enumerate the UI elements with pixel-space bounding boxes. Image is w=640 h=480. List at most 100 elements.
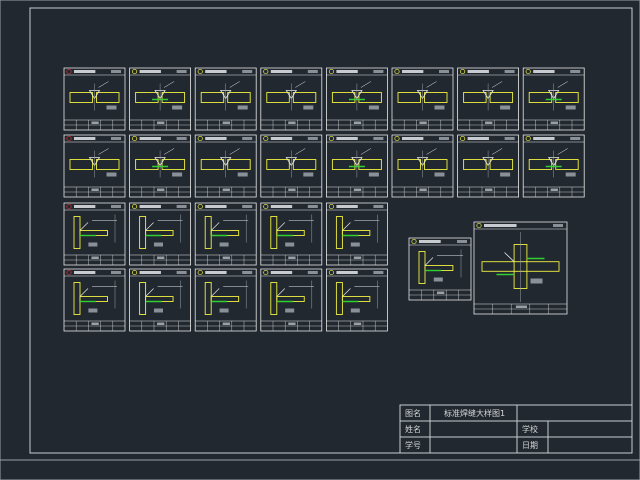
plate-left	[463, 92, 487, 103]
panel-header-bar	[533, 70, 555, 73]
dimension-note	[350, 308, 360, 313]
panel-header-bar	[74, 137, 96, 140]
panel-header-tag	[373, 205, 384, 208]
plate-right	[292, 92, 317, 103]
plate-horizontal	[210, 230, 240, 236]
panel-footer-mark	[91, 188, 99, 191]
panel-number-marker	[197, 269, 203, 276]
plate-vertical	[270, 216, 278, 249]
weld-detail-panel	[473, 221, 568, 315]
panel-header-tag	[242, 271, 253, 274]
plate-right	[96, 159, 120, 170]
weld-fillet	[79, 288, 89, 297]
panel-header-tag	[373, 271, 384, 274]
panel-header-tag	[307, 70, 318, 73]
plate-vertical	[73, 282, 81, 315]
panel-header-bar	[419, 240, 441, 243]
panel-number-marker	[66, 135, 72, 142]
panel-header-bar	[270, 70, 293, 73]
panel-header-bar	[205, 271, 227, 274]
leader-line	[557, 148, 568, 155]
panel-header-bar	[336, 137, 358, 140]
leader-line	[229, 81, 240, 88]
panel-header-tag	[504, 137, 515, 140]
plate-left	[331, 159, 356, 170]
dimension-note	[433, 277, 443, 282]
dimension-note	[500, 105, 511, 110]
plate-left	[528, 159, 553, 170]
panel-number-marker	[525, 68, 531, 75]
dimension-note	[303, 172, 314, 177]
label-name: 姓名	[405, 424, 421, 434]
panel-border	[129, 268, 192, 332]
panel-header-bar	[205, 137, 227, 140]
panel-footer-mark	[91, 322, 99, 325]
plate-left	[397, 159, 421, 170]
panel-border	[325, 202, 388, 266]
panel-header-bar	[270, 205, 293, 208]
plate-horizontal	[276, 296, 305, 302]
leader-line	[491, 148, 503, 155]
dimension-note	[219, 242, 229, 247]
plate-right	[292, 159, 317, 170]
plate-horizontal	[341, 296, 371, 302]
panel-header-bar	[270, 137, 293, 140]
plate-horizontal	[424, 265, 454, 271]
plate-left	[69, 92, 93, 103]
plate-left	[200, 92, 225, 103]
plate-right	[161, 92, 186, 103]
panel-header-bar	[467, 137, 489, 140]
panel-number-marker	[460, 68, 466, 75]
panel-header-tag	[176, 271, 187, 274]
panel-header-tag	[111, 205, 121, 208]
panel-header-tag	[111, 70, 121, 73]
plate-left	[397, 92, 421, 103]
leader-line	[426, 148, 437, 155]
plate-right	[96, 92, 120, 103]
panel-number-marker	[132, 135, 138, 142]
leader-line	[229, 148, 240, 155]
weld-detail-panel	[457, 134, 520, 198]
weld-detail-panel	[391, 67, 454, 131]
panel-number-marker	[476, 222, 482, 229]
plate-right	[424, 92, 448, 103]
leader-line	[98, 81, 109, 88]
panel-border	[408, 237, 472, 301]
leader-line	[360, 81, 372, 88]
weld-detail-panel	[391, 134, 454, 198]
panel-number-marker	[197, 203, 203, 210]
weld-fillet	[79, 222, 89, 231]
panel-footer-mark	[288, 121, 296, 124]
panel-header-tag	[373, 137, 384, 140]
plate-right	[555, 159, 579, 170]
panel-footer-mark	[157, 322, 165, 325]
plate-right	[489, 92, 514, 103]
weld-detail-panel	[129, 134, 192, 198]
panel-number-marker	[132, 203, 138, 210]
panel-footer-mark	[288, 256, 296, 259]
label-student-id: 学号	[405, 440, 421, 450]
dimension-note	[285, 308, 295, 313]
panel-footer-mark	[91, 121, 99, 124]
weld-detail-panel	[522, 67, 585, 131]
dimension-note	[88, 308, 98, 313]
plate-vertical	[73, 216, 81, 249]
panel-number-marker	[197, 68, 203, 75]
plate-left	[463, 159, 487, 170]
weld-fillet	[424, 257, 434, 266]
drawing-name: 标准焊缝大样图1	[444, 408, 505, 418]
panel-footer-mark	[91, 256, 99, 259]
dimension-note	[106, 105, 117, 110]
weld-fillet	[342, 288, 351, 297]
plate-left	[266, 159, 290, 170]
weld-detail-panel	[63, 134, 126, 198]
dimension-note	[303, 105, 314, 110]
weld-detail-panel	[194, 202, 257, 266]
plate-vertical	[204, 282, 212, 315]
weld-detail-panel	[194, 268, 257, 332]
panel-footer-mark	[157, 188, 165, 191]
dimension-note	[434, 172, 445, 177]
panel-footer-mark	[222, 322, 230, 325]
panel-header-bar	[74, 205, 96, 208]
leader-line	[426, 81, 437, 88]
